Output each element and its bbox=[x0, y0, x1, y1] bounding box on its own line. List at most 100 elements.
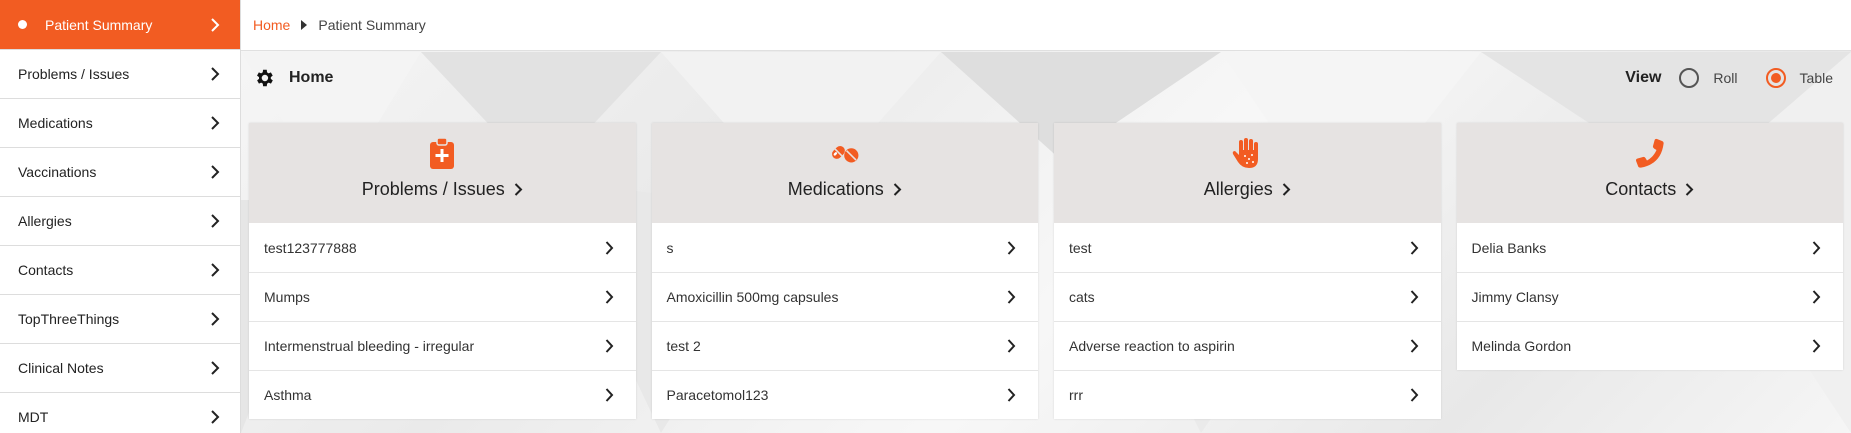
sidebar-item-patient-summary[interactable]: Patient Summary bbox=[0, 0, 240, 50]
chevron-right-icon bbox=[1686, 183, 1694, 196]
sidebar-item-label: Allergies bbox=[18, 213, 72, 229]
card-medications-header[interactable]: Medications bbox=[651, 123, 1038, 223]
list-item[interactable]: Asthma bbox=[249, 370, 636, 419]
list-item[interactable]: Melinda Gordon bbox=[1456, 321, 1843, 370]
chevron-right-icon bbox=[211, 312, 220, 326]
list-item[interactable]: Paracetomol123 bbox=[651, 370, 1038, 419]
sidebar-item-mdt[interactable]: MDT bbox=[0, 393, 240, 433]
list-item-label: cats bbox=[1069, 289, 1095, 305]
card-medications: Medications s Amoxicillin 500mg capsules… bbox=[651, 123, 1038, 419]
sidebar-item-label: TopThreeThings bbox=[18, 311, 120, 327]
chevron-right-icon bbox=[1007, 388, 1016, 402]
sidebar: Patient Summary Problems / Issues Medica… bbox=[0, 0, 241, 433]
active-dot-icon bbox=[18, 20, 27, 29]
sidebar-item-label: Medications bbox=[18, 115, 93, 131]
list-item[interactable]: Mumps bbox=[249, 272, 636, 321]
gear-icon bbox=[257, 69, 273, 87]
list-item-label: s bbox=[666, 239, 674, 256]
card-contacts: Contacts Delia Banks Jimmy Clansy Melind… bbox=[1456, 123, 1843, 370]
list-item[interactable]: rrr bbox=[1054, 370, 1441, 419]
list-item[interactable]: Intermenstrual bleeding - irregular bbox=[249, 321, 636, 370]
card-allergies: Allergies test cats Adverse reaction to … bbox=[1054, 123, 1441, 419]
list-item[interactable]: Adverse reaction to aspirin bbox=[1054, 321, 1441, 370]
sidebar-item-allergies[interactable]: Allergies bbox=[0, 197, 240, 246]
view-table-radio[interactable] bbox=[1765, 68, 1786, 88]
sidebar-item-vaccinations[interactable]: Vaccinations bbox=[0, 148, 240, 197]
chevron-right-icon bbox=[893, 183, 902, 196]
list-item-label: test123777888 bbox=[264, 239, 357, 256]
chevron-right-icon bbox=[605, 290, 613, 304]
card-title: Allergies bbox=[1203, 179, 1273, 199]
list-item[interactable]: Amoxicillin 500mg capsules bbox=[651, 272, 1038, 321]
card-title: Medications bbox=[787, 179, 884, 199]
chevron-right-icon bbox=[211, 214, 220, 228]
breadcrumb: Home Patient Summary bbox=[241, 0, 1851, 51]
chevron-right-icon bbox=[1410, 240, 1418, 255]
chevron-right-icon bbox=[1812, 339, 1821, 353]
sidebar-item-label: MDT bbox=[18, 409, 49, 425]
chevron-right-icon bbox=[1812, 240, 1821, 255]
sidebar-item-topthreethings[interactable]: TopThreeThings bbox=[0, 295, 240, 344]
sidebar-item-problems[interactable]: Problems / Issues bbox=[0, 50, 240, 99]
summary-cards: Problems / Issues test123777888 Mumps In… bbox=[249, 123, 1843, 419]
sidebar-item-label: Problems / Issues bbox=[18, 66, 130, 82]
chevron-right-icon bbox=[211, 410, 220, 424]
chevron-right-icon bbox=[1282, 183, 1291, 196]
page-title: Home bbox=[289, 69, 334, 86]
caret-right-icon bbox=[301, 20, 308, 30]
list-item[interactable]: test bbox=[1054, 223, 1441, 272]
list-item[interactable]: test123777888 bbox=[249, 223, 636, 272]
breadcrumb-current: Patient Summary bbox=[318, 17, 426, 33]
clipboard-plus-icon bbox=[430, 137, 455, 169]
sidebar-item-label: Vaccinations bbox=[18, 164, 97, 180]
list-item[interactable]: s bbox=[651, 223, 1038, 272]
chevron-right-icon bbox=[1410, 339, 1418, 353]
chevron-right-icon bbox=[1007, 290, 1016, 304]
sidebar-item-label: Clinical Notes bbox=[18, 360, 104, 376]
view-table-label[interactable]: Table bbox=[1800, 70, 1833, 86]
card-problems-header[interactable]: Problems / Issues bbox=[249, 123, 636, 223]
chevron-right-icon bbox=[211, 17, 220, 32]
list-item[interactable]: Delia Banks bbox=[1456, 223, 1843, 272]
chevron-right-icon bbox=[1410, 388, 1418, 402]
chevron-right-icon bbox=[211, 263, 220, 277]
card-allergies-header[interactable]: Allergies bbox=[1054, 123, 1441, 223]
list-item-label: Jimmy Clansy bbox=[1471, 289, 1559, 305]
list-item-label: Amoxicillin 500mg capsules bbox=[666, 289, 839, 305]
list-item-label: rrr bbox=[1069, 387, 1083, 403]
sidebar-item-label: Patient Summary bbox=[45, 16, 153, 33]
sidebar-item-medications[interactable]: Medications bbox=[0, 99, 240, 148]
chevron-right-icon bbox=[1812, 290, 1821, 304]
card-title: Problems / Issues bbox=[361, 179, 505, 199]
view-roll-label[interactable]: Roll bbox=[1713, 70, 1737, 86]
chevron-right-icon bbox=[211, 361, 220, 375]
breadcrumb-home-link[interactable]: Home bbox=[253, 17, 290, 33]
list-item[interactable]: cats bbox=[1054, 272, 1441, 321]
chevron-right-icon bbox=[1007, 240, 1016, 255]
sidebar-item-contacts[interactable]: Contacts bbox=[0, 246, 240, 295]
chevron-right-icon bbox=[1007, 339, 1016, 353]
chevron-right-icon bbox=[211, 67, 220, 81]
page-header: Home View Roll Table bbox=[253, 64, 1839, 92]
chevron-right-icon bbox=[605, 339, 613, 353]
list-item-label: Asthma bbox=[264, 387, 312, 403]
list-item-label: test 2 bbox=[666, 338, 701, 354]
chevron-right-icon bbox=[605, 388, 613, 402]
chevron-right-icon bbox=[1410, 290, 1418, 304]
card-contacts-header[interactable]: Contacts bbox=[1456, 123, 1843, 223]
view-label: View bbox=[1625, 69, 1662, 86]
chevron-right-icon bbox=[211, 116, 220, 130]
list-item[interactable]: Jimmy Clansy bbox=[1456, 272, 1843, 321]
chevron-right-icon bbox=[605, 240, 613, 255]
card-title: Contacts bbox=[1605, 179, 1677, 199]
list-item[interactable]: test 2 bbox=[651, 321, 1038, 370]
sidebar-item-label: Contacts bbox=[18, 262, 74, 278]
list-item-label: test bbox=[1069, 239, 1092, 256]
view-roll-radio[interactable] bbox=[1679, 68, 1700, 88]
chevron-right-icon bbox=[211, 165, 220, 179]
list-item-label: Intermenstrual bleeding - irregular bbox=[264, 338, 475, 354]
sidebar-item-clinical-notes[interactable]: Clinical Notes bbox=[0, 344, 240, 393]
chevron-right-icon bbox=[514, 183, 523, 196]
pills-icon bbox=[831, 146, 859, 163]
list-item-label: Mumps bbox=[264, 289, 310, 305]
